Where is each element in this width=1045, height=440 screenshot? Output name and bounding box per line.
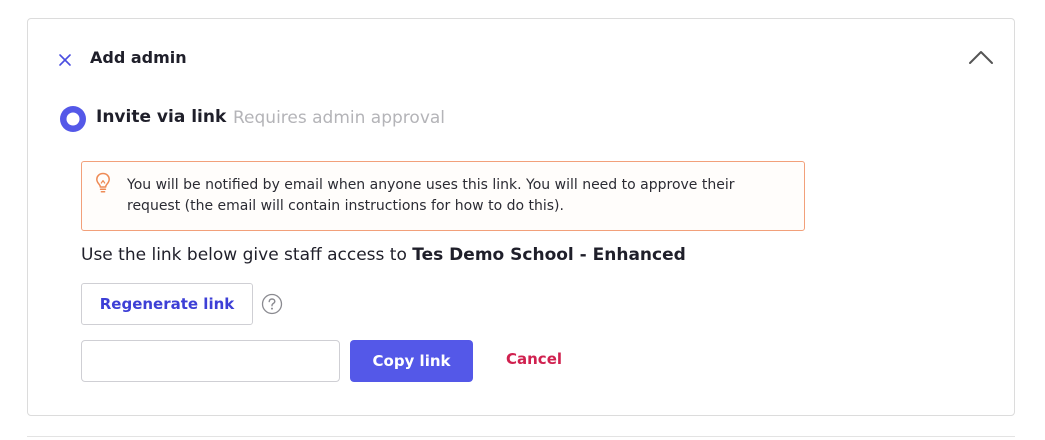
approval-hint: Requires admin approval — [233, 108, 446, 128]
school-name: Tes Demo School - Enhanced — [412, 245, 686, 265]
question-mark-icon[interactable] — [261, 293, 283, 315]
next-panel-divider — [27, 436, 1015, 437]
lightbulb-icon — [96, 172, 110, 193]
copy-link-button[interactable]: Copy link — [350, 340, 473, 382]
invite-via-link-label[interactable]: Invite via link — [96, 107, 226, 127]
cancel-link[interactable]: Cancel — [506, 350, 562, 368]
panel-title: Add admin — [90, 48, 187, 67]
add-admin-panel: Add admin Invite via link Requires admin… — [27, 18, 1015, 416]
approval-notice: You will be notified by email when anyon… — [81, 161, 805, 231]
regenerate-link-button[interactable]: Regenerate link — [81, 283, 253, 325]
notice-text: You will be notified by email when anyon… — [127, 177, 735, 214]
invite-via-link-radio[interactable] — [59, 105, 87, 133]
chevron-up-icon[interactable] — [968, 49, 994, 65]
access-prefix: Use the link below give staff access to — [81, 245, 413, 265]
access-description: Use the link below give staff access to … — [81, 245, 686, 265]
close-icon[interactable] — [58, 53, 72, 67]
invite-link-field[interactable] — [81, 340, 340, 382]
